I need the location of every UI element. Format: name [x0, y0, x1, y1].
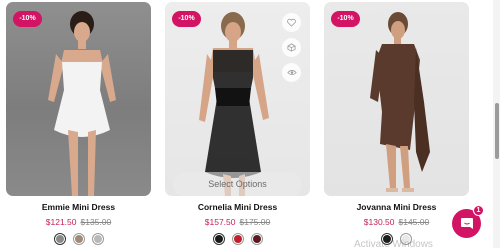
discount-badge: -10%	[13, 11, 42, 27]
swatch-1[interactable]	[212, 233, 225, 245]
swatch-3[interactable]	[91, 233, 104, 245]
product-name[interactable]: Jovanna Mini Dress	[324, 202, 469, 212]
discount-badge: -10%	[331, 11, 360, 27]
color-swatches	[165, 233, 310, 245]
product-price: $157.50 $175.00	[165, 217, 310, 227]
swatch-2[interactable]	[231, 233, 244, 245]
heart-icon	[287, 18, 296, 27]
swatch-1[interactable]	[53, 233, 66, 245]
model-photo	[370, 12, 430, 192]
product-card-emmie[interactable]: -10% Emmie Mini Dress $121.50 $135.00	[6, 0, 151, 248]
compare-price: $135.00	[80, 217, 112, 227]
select-options-button[interactable]: Select Options	[173, 172, 302, 196]
product-price: $121.50 $135.00	[6, 217, 151, 227]
discount-badge: -10%	[172, 11, 201, 27]
compare-price: $175.00	[239, 217, 271, 227]
product-name[interactable]: Emmie Mini Dress	[6, 202, 151, 212]
scrollbar-thumb[interactable]	[495, 103, 499, 159]
wishlist-button[interactable]	[282, 13, 301, 32]
product-card-cornelia[interactable]: -10% Select Options Cornelia Mini Dress …	[165, 0, 310, 248]
swatch-3[interactable]	[250, 233, 263, 245]
product-image[interactable]: -10%	[6, 2, 151, 196]
eye-icon	[286, 70, 297, 75]
compare-icon	[287, 43, 296, 52]
compare-price: $145.00	[398, 217, 430, 227]
product-name[interactable]: Cornelia Mini Dress	[165, 202, 310, 212]
chat-unread-count: 1	[473, 205, 484, 216]
sale-price: $130.50	[363, 217, 395, 227]
sale-price: $157.50	[204, 217, 236, 227]
product-image[interactable]: -10% Select Options	[165, 2, 310, 196]
product-grid: -10% Emmie Mini Dress $121.50 $135.00 -1…	[0, 0, 500, 248]
compare-button[interactable]	[282, 38, 301, 57]
sale-price: $121.50	[45, 217, 77, 227]
swatch-2[interactable]	[72, 233, 85, 245]
quick-view-button[interactable]	[282, 63, 301, 82]
quick-actions	[282, 13, 304, 88]
product-price: $130.50 $145.00	[324, 217, 469, 227]
product-card-jovanna[interactable]: -10% Jovanna Mini Dress $130.50 $145.00	[324, 0, 469, 248]
color-swatches	[6, 233, 151, 245]
product-image[interactable]: -10%	[324, 2, 469, 196]
os-watermark: Activate Windows	[354, 239, 433, 248]
model-photo	[48, 11, 116, 196]
chat-bubble-icon	[460, 218, 473, 229]
